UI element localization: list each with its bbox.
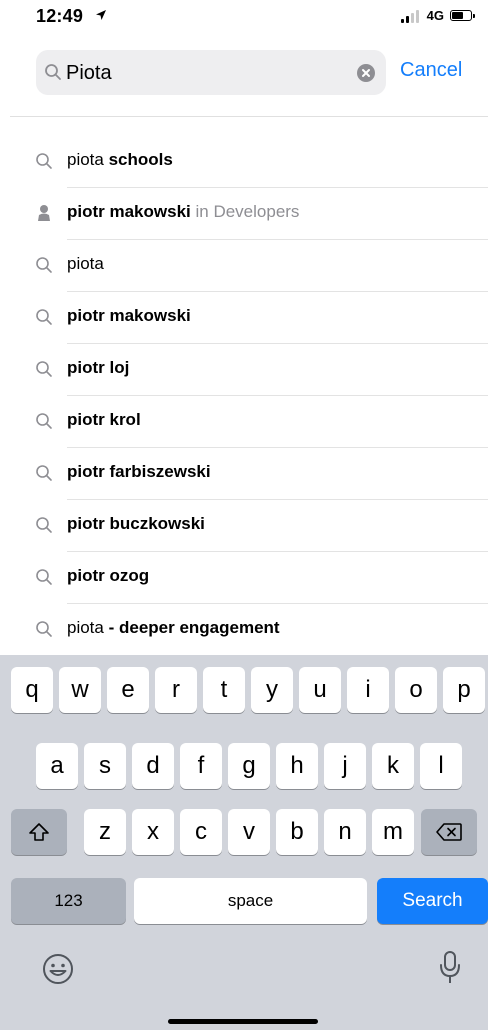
suggestion-bold-text: piotr loj: [67, 358, 130, 377]
key-x[interactable]: x: [132, 809, 174, 855]
shift-key[interactable]: [11, 809, 67, 855]
key-y[interactable]: y: [251, 667, 293, 713]
suggestion-prefix: piota: [67, 618, 104, 637]
suggestion-item[interactable]: piotr makowski: [0, 292, 488, 344]
key-z[interactable]: z: [84, 809, 126, 855]
suggestion-item[interactable]: piotr krol: [0, 396, 488, 448]
suggestion-bold-text: piotr krol: [67, 410, 141, 429]
search-icon: [36, 569, 52, 585]
key-l[interactable]: l: [420, 743, 462, 789]
search-icon: [36, 413, 52, 429]
search-input[interactable]: [66, 57, 346, 89]
suggestion-item[interactable]: piotr loj: [0, 344, 488, 396]
divider: [10, 116, 488, 117]
suggestion-item[interactable]: piotr ozog: [0, 552, 488, 604]
cancel-button[interactable]: Cancel: [400, 59, 462, 82]
key-g[interactable]: g: [228, 743, 270, 789]
key-r[interactable]: r: [155, 667, 197, 713]
key-i[interactable]: i: [347, 667, 389, 713]
suggestion-bold-text: - deeper engagement: [103, 618, 280, 637]
numbers-key[interactable]: 123: [11, 878, 126, 924]
suggestion-prefix: piota: [67, 254, 104, 273]
search-key[interactable]: Search: [377, 878, 488, 924]
suggestion-item[interactable]: piotr farbiszewski: [0, 448, 488, 500]
location-arrow-icon: [96, 10, 106, 20]
suggestion-item[interactable]: piotr makowski in Developers: [0, 188, 488, 240]
suggestion-list: piota schools piotr makowski in Develope…: [0, 136, 488, 656]
key-p[interactable]: p: [443, 667, 485, 713]
suggestion-bold-text: piotr buczkowski: [67, 514, 205, 533]
suggestion-prefix: piota: [67, 150, 104, 169]
key-m[interactable]: m: [372, 809, 414, 855]
search-icon: [36, 517, 52, 533]
suggestion-item[interactable]: piotr buczkowski: [0, 500, 488, 552]
suggestion-item[interactable]: piota: [0, 240, 488, 292]
key-t[interactable]: t: [203, 667, 245, 713]
search-icon: [45, 64, 61, 80]
key-h[interactable]: h: [276, 743, 318, 789]
suggestion-bold-text: piotr ozog: [67, 566, 150, 585]
suggestion-context: in Developers: [190, 202, 300, 221]
search-icon: [36, 465, 52, 481]
search-icon: [36, 361, 52, 377]
delete-key[interactable]: [421, 809, 477, 855]
clear-text-button[interactable]: [357, 64, 375, 82]
key-n[interactable]: n: [324, 809, 366, 855]
space-key[interactable]: space: [134, 878, 367, 924]
key-o[interactable]: o: [395, 667, 437, 713]
suggestion-bold-text: piotr makowski: [67, 202, 191, 221]
suggestion-item[interactable]: piota schools: [0, 136, 488, 188]
key-a[interactable]: a: [36, 743, 78, 789]
key-c[interactable]: c: [180, 809, 222, 855]
key-e[interactable]: e: [107, 667, 149, 713]
key-s[interactable]: s: [84, 743, 126, 789]
search-icon: [36, 621, 52, 637]
suggestion-bold-text: piotr makowski: [67, 306, 191, 325]
backspace-icon: [436, 823, 462, 841]
status-time: 12:49: [36, 6, 84, 26]
keyboard: q w e r t y u i o p a s d f g h j k l z …: [0, 655, 488, 1030]
emoji-icon[interactable]: [42, 953, 74, 985]
suggestion-bold-text: piotr farbiszewski: [67, 462, 211, 481]
microphone-icon[interactable]: [438, 949, 462, 987]
search-icon: [36, 257, 52, 273]
status-bar: 12:49 4G: [0, 0, 488, 40]
network-type: 4G: [426, 8, 444, 23]
key-q[interactable]: q: [11, 667, 53, 713]
search-bar[interactable]: [36, 50, 386, 95]
person-icon: [38, 205, 50, 221]
suggestion-bold-text: schools: [103, 150, 173, 169]
signal-bars-icon: [400, 9, 419, 23]
search-icon: [36, 309, 52, 325]
suggestion-item[interactable]: piota - deeper engagement: [0, 604, 488, 656]
key-d[interactable]: d: [132, 743, 174, 789]
battery-icon: [450, 10, 475, 21]
key-b[interactable]: b: [276, 809, 318, 855]
key-u[interactable]: u: [299, 667, 341, 713]
shift-icon: [29, 823, 49, 841]
key-f[interactable]: f: [180, 743, 222, 789]
key-j[interactable]: j: [324, 743, 366, 789]
key-v[interactable]: v: [228, 809, 270, 855]
search-icon: [36, 153, 52, 169]
close-icon: [362, 69, 370, 77]
home-indicator[interactable]: [168, 1019, 318, 1024]
key-k[interactable]: k: [372, 743, 414, 789]
key-w[interactable]: w: [59, 667, 101, 713]
